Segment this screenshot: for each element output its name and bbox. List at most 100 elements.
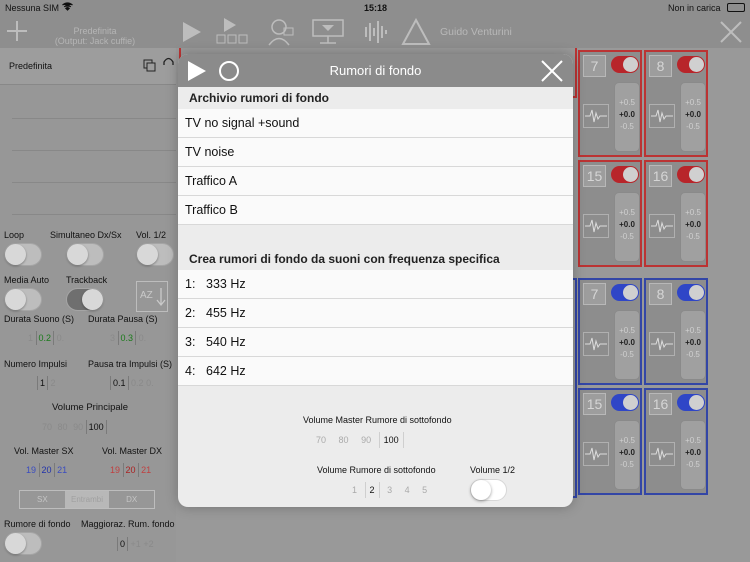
vol-half-toggle[interactable]	[136, 243, 174, 266]
user-name[interactable]: Guido Venturini	[440, 26, 512, 38]
divider	[12, 214, 176, 215]
frequency-item[interactable]: 4: 642 Hz	[178, 357, 573, 386]
vol-master-dx-picker[interactable]: 19 20 21	[110, 463, 151, 477]
stepper-value: +0.0	[685, 220, 701, 229]
battery-icon	[727, 3, 745, 12]
gain-stepper[interactable]: +0.5 +0.0 -0.5	[680, 192, 706, 262]
preset-info[interactable]: Predefinita (Output: Jack cuffie)	[40, 26, 150, 46]
add-icon[interactable]	[6, 20, 28, 42]
gain-stepper[interactable]: +0.5 +0.0 -0.5	[614, 420, 640, 490]
channel-cell[interactable]: 15 +0.5 +0.0 -0.5	[578, 388, 642, 495]
gain-stepper[interactable]: +0.5 +0.0 -0.5	[680, 82, 706, 152]
waveform-icon[interactable]	[583, 442, 609, 466]
numero-impulsi-picker[interactable]: 1 2	[37, 376, 56, 390]
vol-master-sx-picker[interactable]: 19 20 21	[26, 463, 67, 477]
master-volume-picker[interactable]: 70 80 90 100	[311, 432, 404, 448]
archive-item[interactable]: Traffico B	[178, 196, 573, 225]
preset-name: Predefinita	[73, 26, 117, 36]
noise-volume-picker[interactable]: 1 2 3 4 5	[347, 482, 432, 498]
trackback-toggle[interactable]	[66, 288, 104, 311]
waveform-icon[interactable]	[583, 214, 609, 238]
rumore-di-fondo-toggle[interactable]	[4, 532, 42, 555]
frequency-item[interactable]: 1: 333 Hz	[178, 270, 573, 299]
close-icon[interactable]	[719, 20, 743, 44]
picker-selected: 1	[37, 376, 49, 390]
maggioraz-picker[interactable]: 0 +1 +2	[117, 537, 154, 551]
loop-label: Loop	[4, 230, 25, 240]
picker-option: 19	[26, 465, 37, 475]
channel-cell[interactable]: 16 +0.5 +0.0 -0.5	[644, 388, 708, 495]
waveform-icon[interactable]	[649, 442, 675, 466]
segment-sx[interactable]: SX	[20, 491, 65, 508]
stepper-upper: +0.5	[685, 208, 701, 217]
media-auto-toggle[interactable]	[4, 288, 42, 311]
waveform-icon[interactable]	[649, 214, 675, 238]
frequency-item[interactable]: 2: 455 Hz	[178, 299, 573, 328]
channel-toggle[interactable]	[611, 166, 639, 183]
gain-stepper[interactable]: +0.5 +0.0 -0.5	[614, 310, 640, 380]
picker-selected: 20	[122, 463, 139, 477]
volume-principale-picker[interactable]: 70 80 90 100	[42, 420, 107, 434]
channel-toggle[interactable]	[677, 166, 705, 183]
gain-stepper[interactable]: +0.5 +0.0 -0.5	[680, 420, 706, 490]
waveform-icon[interactable]	[649, 332, 675, 356]
copy-icon[interactable]	[143, 59, 156, 77]
channel-cell[interactable]: 7 +0.5 +0.0 -0.5	[578, 50, 642, 157]
preset-row[interactable]: Predefinita	[0, 48, 176, 85]
segment-dx[interactable]: DX	[109, 491, 154, 508]
picker-option: 3	[387, 485, 393, 495]
archive-item[interactable]: TV noise	[178, 138, 573, 167]
picker-option: 1	[28, 333, 34, 343]
channel-toggle[interactable]	[611, 394, 639, 411]
simultaneo-toggle[interactable]	[66, 243, 104, 266]
stepper-lower: -0.5	[686, 232, 700, 241]
gain-stepper[interactable]: +0.5 +0.0 -0.5	[614, 192, 640, 262]
channel-number: 7	[583, 55, 606, 77]
channel-cell[interactable]: 8 +0.5 +0.0 -0.5	[644, 278, 708, 385]
sequence-play-icon[interactable]	[216, 18, 248, 46]
stepper-upper: +0.5	[619, 326, 635, 335]
channel-toggle[interactable]	[611, 284, 639, 301]
battery-status: Non in carica	[668, 3, 721, 13]
arrow-down-icon	[156, 288, 166, 307]
close-icon[interactable]	[541, 60, 563, 87]
channel-cell[interactable]: 16 +0.5 +0.0 -0.5	[644, 160, 708, 267]
picker-selected: 100	[378, 432, 404, 448]
picker-option: 0.2	[131, 378, 144, 388]
channel-toggle[interactable]	[677, 394, 705, 411]
gain-stepper[interactable]: +0.5 +0.0 -0.5	[680, 310, 706, 380]
channel-toggle[interactable]	[611, 56, 639, 73]
divider	[12, 118, 176, 119]
screen-icon[interactable]	[312, 19, 344, 45]
stepper-value: +0.0	[619, 110, 635, 119]
segment-entrambi[interactable]: Entrambi	[64, 491, 110, 508]
waveform-icon[interactable]	[649, 104, 675, 128]
sort-az-button[interactable]: AZ	[136, 281, 168, 312]
triangle-icon[interactable]	[401, 18, 431, 46]
channel-toggle[interactable]	[677, 56, 705, 73]
gain-stepper[interactable]: +0.5 +0.0 -0.5	[614, 82, 640, 152]
divider	[12, 182, 176, 183]
channel-toggle[interactable]	[677, 284, 705, 301]
frequency-label: 642 Hz	[206, 364, 246, 378]
picker-option: 2	[50, 378, 56, 388]
channel-cell[interactable]: 8 +0.5 +0.0 -0.5	[644, 50, 708, 157]
channel-cell[interactable]: 7 +0.5 +0.0 -0.5	[578, 278, 642, 385]
noise-volume-label: Volume Rumore di sottofondo	[317, 465, 436, 475]
play-icon[interactable]	[181, 21, 203, 43]
durata-pausa-picker[interactable]: 3 0.3 0.	[110, 331, 146, 345]
waveform-icon[interactable]	[583, 104, 609, 128]
waveform-icon[interactable]	[583, 332, 609, 356]
half-volume-toggle[interactable]	[470, 479, 507, 501]
channel-cell[interactable]: 15 +0.5 +0.0 -0.5	[578, 160, 642, 267]
pausa-impulsi-picker[interactable]: 0.1 0.2 0.	[110, 376, 154, 390]
user-icon[interactable]	[268, 18, 294, 46]
archive-item[interactable]: Traffico A	[178, 167, 573, 196]
picker-option: 80	[57, 422, 68, 432]
durata-suono-picker[interactable]: 1 0.2 0.	[28, 331, 64, 345]
stepper-upper: +0.5	[685, 98, 701, 107]
archive-item[interactable]: TV no signal +sound	[178, 109, 573, 138]
loop-toggle[interactable]	[4, 243, 42, 266]
frequency-item[interactable]: 3: 540 Hz	[178, 328, 573, 357]
waveform-icon[interactable]	[360, 19, 390, 45]
